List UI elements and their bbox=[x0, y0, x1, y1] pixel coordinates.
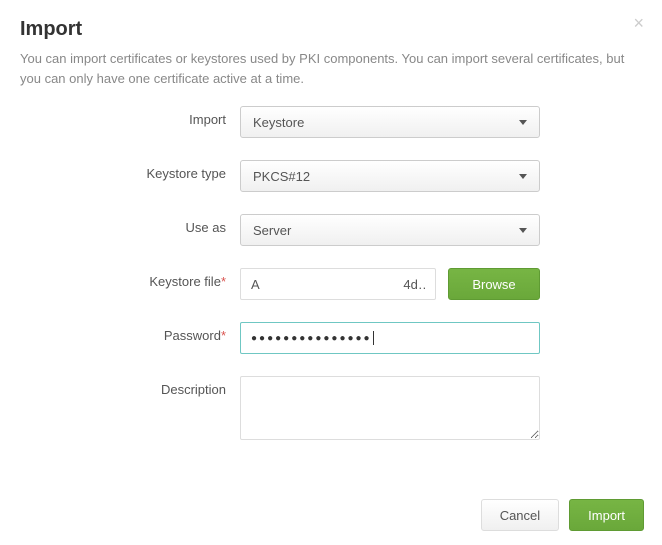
dialog-footer: Cancel Import bbox=[481, 499, 644, 531]
label-keystore-file: Keystore file* bbox=[20, 268, 240, 289]
chevron-down-icon bbox=[519, 174, 527, 179]
import-select-value: Keystore bbox=[253, 115, 304, 130]
dialog-title: Import bbox=[20, 18, 642, 41]
import-select[interactable]: Keystore bbox=[240, 106, 540, 138]
close-icon[interactable]: × bbox=[633, 14, 644, 32]
use-as-value: Server bbox=[253, 223, 291, 238]
browse-button[interactable]: Browse bbox=[448, 268, 540, 300]
text-cursor bbox=[373, 331, 374, 345]
label-use-as: Use as bbox=[20, 214, 240, 235]
keystore-type-value: PKCS#12 bbox=[253, 169, 310, 184]
chevron-down-icon bbox=[519, 120, 527, 125]
label-keystore-type: Keystore type bbox=[20, 160, 240, 181]
import-button[interactable]: Import bbox=[569, 499, 644, 531]
use-as-select[interactable]: Server bbox=[240, 214, 540, 246]
cancel-button[interactable]: Cancel bbox=[481, 499, 559, 531]
import-dialog: × Import You can import certificates or … bbox=[0, 0, 662, 545]
label-password: Password* bbox=[20, 322, 240, 343]
password-input[interactable]: ●●●●●●●●●●●●●●● bbox=[240, 322, 540, 354]
keystore-file-input[interactable] bbox=[240, 268, 436, 300]
label-import: Import bbox=[20, 106, 240, 127]
description-textarea[interactable] bbox=[240, 376, 540, 440]
label-description: Description bbox=[20, 376, 240, 397]
keystore-type-select[interactable]: PKCS#12 bbox=[240, 160, 540, 192]
dialog-subtitle: You can import certificates or keystores… bbox=[20, 49, 642, 88]
chevron-down-icon bbox=[519, 228, 527, 233]
